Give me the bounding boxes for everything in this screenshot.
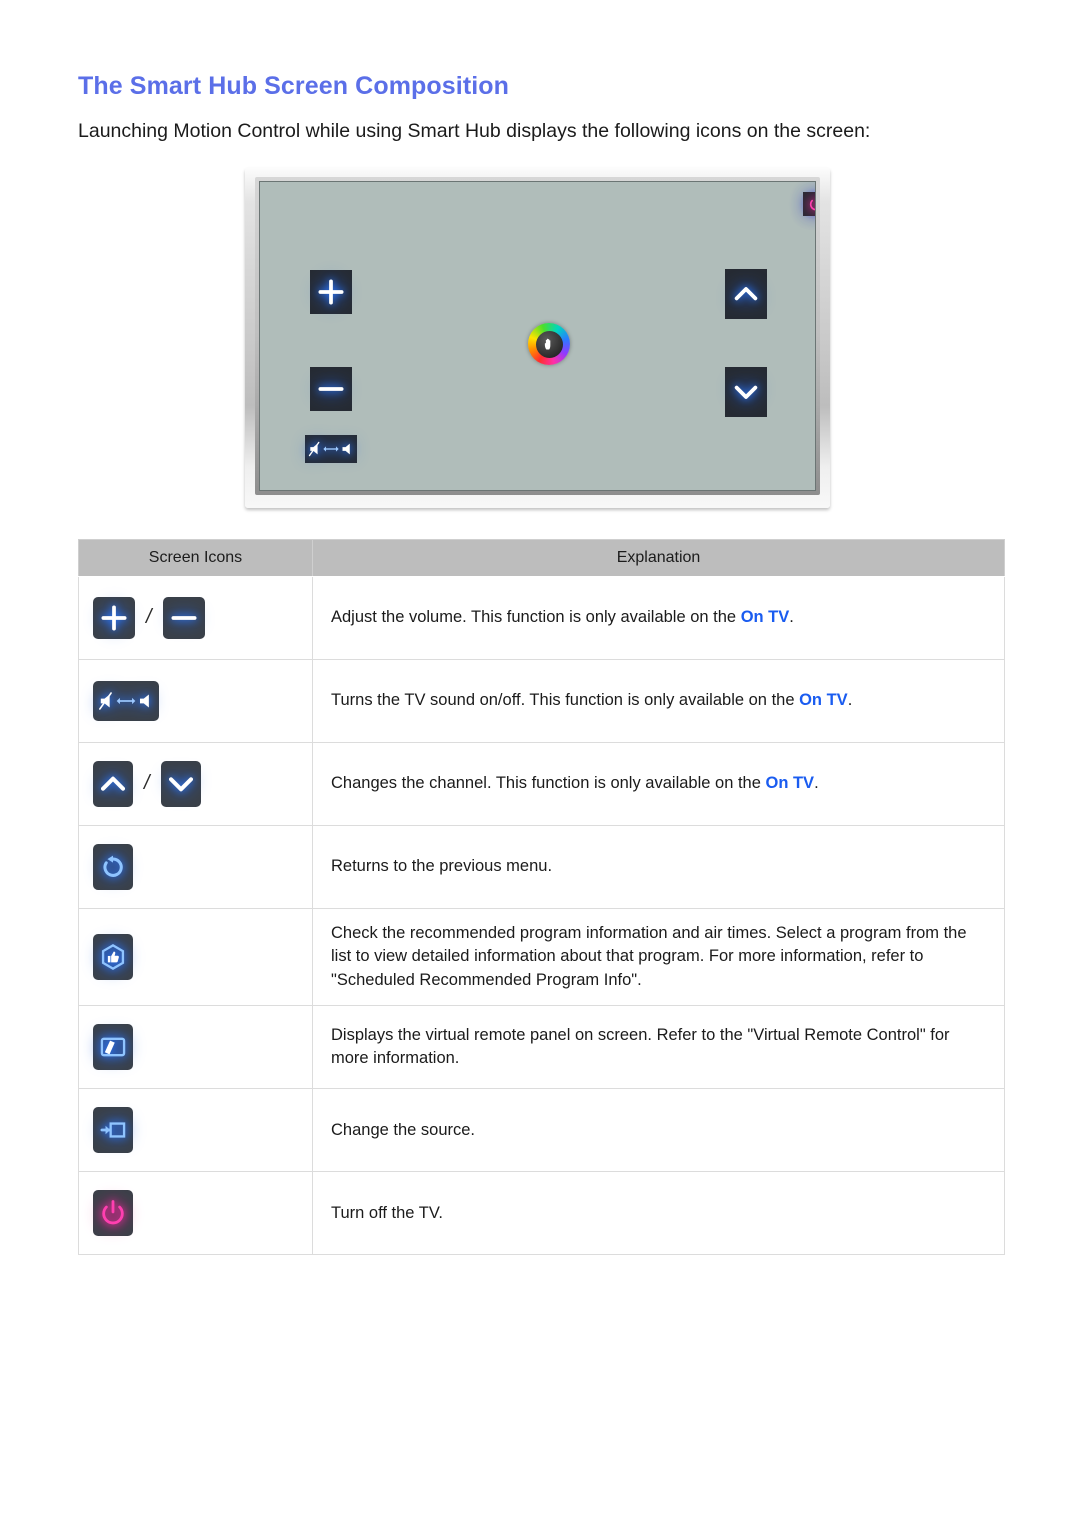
on-tv-link[interactable]: On TV (799, 691, 848, 709)
volume-up-icon[interactable] (93, 597, 135, 639)
channel-down-icon[interactable] (725, 367, 767, 417)
tv-screen (259, 181, 816, 491)
explanation-cell: Change the source. (312, 1088, 1005, 1173)
table-row: Returns to the previous menu. (78, 825, 1005, 909)
explanation-text: Changes the channel. This function is on… (331, 774, 766, 793)
table-row: Change the source. (78, 1088, 1005, 1173)
channel-up-icon[interactable] (725, 269, 767, 319)
explanation-text-end: . (847, 691, 853, 710)
return-icon[interactable] (93, 844, 133, 890)
icon-cell (78, 907, 313, 1007)
explanation-text: Turn off the TV. (331, 1203, 443, 1222)
mute-toggle-icon-glyph (308, 441, 350, 457)
screen-top-icon-bar (803, 192, 815, 216)
channel-up-icon-glyph (101, 776, 125, 791)
page-title: The Smart Hub Screen Composition (78, 72, 510, 100)
screen-icons-table: Screen Icons Explanation / Adjust the vo… (78, 539, 1005, 1256)
explanation-cell: Turn off the TV. (312, 1171, 1005, 1256)
icon-cell (78, 1005, 313, 1090)
recommended-program-icon-glyph (101, 944, 125, 971)
channel-up-icon[interactable] (93, 761, 133, 807)
table-row: Check the recommended program informatio… (78, 907, 1005, 1007)
channel-down-icon-glyph (734, 385, 758, 399)
table-row: / Changes the channel. This function is … (78, 742, 1005, 826)
volume-up-icon[interactable] (310, 270, 352, 314)
icon-cell: / (78, 576, 313, 660)
table-row: Turns the TV sound on/off. This function… (78, 659, 1005, 743)
volume-down-icon[interactable] (162, 597, 205, 639)
table-row: Turn off the TV. (78, 1171, 1005, 1256)
icon-cell (78, 659, 313, 743)
icon-cell (78, 1088, 313, 1173)
explanation-cell: Turns the TV sound on/off. This function… (312, 659, 1005, 743)
power-icon[interactable] (803, 192, 815, 216)
source-icon[interactable] (93, 1107, 133, 1154)
hand-cursor[interactable] (528, 323, 570, 365)
explanation-text: Check the recommended program informatio… (331, 924, 967, 989)
explanation-text: Change the source. (331, 1120, 476, 1139)
mute-toggle-icon-glyph (99, 692, 149, 710)
icon-cell: / (78, 742, 313, 826)
volume-up-icon-glyph (318, 279, 344, 305)
power-icon-glyph (102, 1200, 124, 1225)
tv-illustration (245, 168, 830, 508)
return-icon-glyph (103, 855, 123, 877)
explanation-cell: Check the recommended program informatio… (312, 907, 1005, 1007)
power-icon-glyph (809, 199, 815, 211)
table-row: Displays the virtual remote panel on scr… (78, 1005, 1005, 1090)
volume-down-icon[interactable] (310, 367, 352, 411)
explanation-text-end: . (814, 774, 819, 793)
on-tv-link[interactable]: On TV (765, 774, 814, 792)
explanation-cell: Changes the channel. This function is on… (312, 742, 1005, 826)
mute-toggle-icon[interactable] (305, 435, 357, 463)
column-header-screen-icons: Screen Icons (78, 539, 313, 577)
explanation-text: Adjust the volume. This function is only… (331, 608, 741, 627)
table-row: / Adjust the volume. This function is on… (78, 576, 1005, 660)
icon-cell (78, 1171, 313, 1256)
on-tv-link[interactable]: On TV (741, 608, 790, 626)
hand-cursor-center (535, 330, 563, 358)
volume-up-icon-glyph (101, 605, 127, 631)
source-icon-glyph (100, 1122, 126, 1138)
channel-down-icon[interactable] (160, 761, 201, 807)
document-page: The Smart Hub Screen Composition Launchi… (0, 0, 1080, 1527)
explanation-text: Returns to the previous menu. (331, 857, 553, 876)
recommended-program-icon[interactable] (93, 934, 133, 981)
table-header-row: Screen Icons Explanation (78, 539, 1005, 577)
power-icon[interactable] (93, 1190, 133, 1237)
icon-separator: / (144, 772, 150, 794)
explanation-text-end: . (789, 608, 794, 627)
virtual-remote-icon[interactable] (93, 1024, 133, 1071)
column-header-explanation: Explanation (312, 539, 1005, 577)
explanation-text: Displays the virtual remote panel on scr… (331, 1025, 950, 1068)
explanation-text: Turns the TV sound on/off. This function… (331, 691, 800, 710)
intro-paragraph: Launching Motion Control while using Sma… (78, 120, 871, 142)
virtual-remote-icon-glyph (100, 1037, 126, 1057)
icon-cell (78, 825, 313, 909)
volume-down-icon-glyph (318, 387, 344, 391)
mute-toggle-icon[interactable] (93, 681, 159, 721)
explanation-cell: Displays the virtual remote panel on scr… (312, 1005, 1005, 1090)
hand-icon (544, 338, 550, 349)
explanation-cell: Returns to the previous menu. (312, 825, 1005, 909)
explanation-cell: Adjust the volume. This function is only… (312, 576, 1005, 660)
channel-down-icon-glyph (168, 777, 193, 792)
icon-separator: / (146, 606, 152, 628)
volume-down-icon-glyph (171, 616, 197, 620)
channel-up-icon-glyph (734, 287, 758, 301)
